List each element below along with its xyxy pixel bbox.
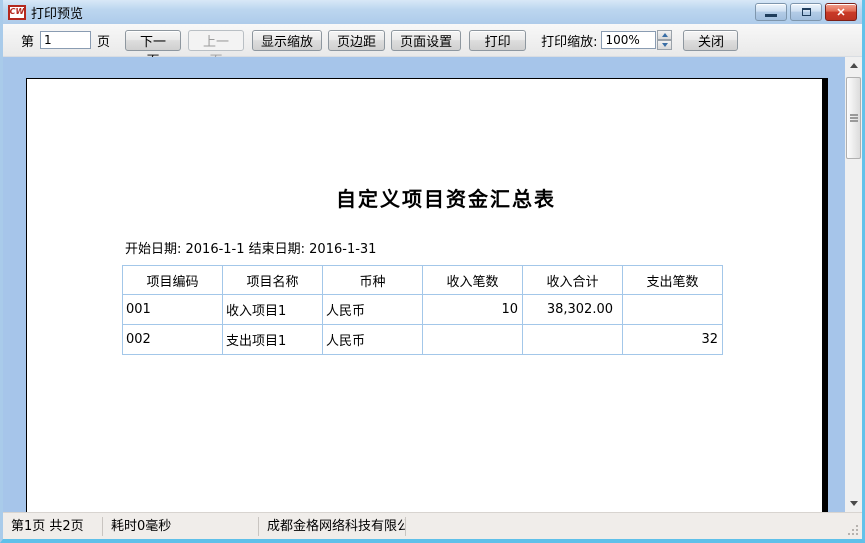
next-page-button[interactable]: 下一页 [125,30,181,51]
report-date-range: 开始日期: 2016-1-1 结束日期: 2016-1-31 [125,238,376,257]
maximize-button[interactable] [790,3,822,21]
arrow-down-icon [662,43,668,47]
close-button[interactable]: 关闭 [683,30,738,51]
cell-project-code: 001 [123,295,223,325]
preview-area: 自定义项目资金汇总表 开始日期: 2016-1-1 结束日期: 2016-1-3… [3,57,862,512]
report-title: 自定义项目资金汇总表 [122,183,770,212]
app-logo-icon: CW [8,5,26,20]
col-header: 币种 [323,266,423,295]
thumb-grip-icon [850,117,858,119]
vertical-scrollbar[interactable] [845,57,862,512]
col-header: 收入笔数 [423,266,523,295]
col-header: 收入合计 [523,266,623,295]
cell-income-count: 10 [423,295,523,325]
cell-expense-count [623,295,723,325]
col-header: 项目编码 [123,266,223,295]
scroll-down-icon [850,501,858,506]
status-page-info: 第1页 共2页 [3,517,103,536]
scroll-up-button[interactable] [845,57,862,74]
margins-button[interactable]: 页边距 [328,30,385,51]
cell-currency: 人民币 [323,295,423,325]
cell-expense-count: 32 [623,325,723,355]
spinner-up-button[interactable] [657,30,672,40]
print-zoom-input[interactable] [601,31,656,49]
page-setup-button[interactable]: 页面设置 [391,30,461,51]
resize-grip[interactable] [848,525,858,535]
scroll-up-icon [850,63,858,68]
cell-project-name: 支出项目1 [223,325,323,355]
close-window-button[interactable]: ✕ [825,3,857,21]
cell-project-name: 收入项目1 [223,295,323,325]
print-preview-window: CW 打印预览 ✕ 第 页 下一页 上一页 显示缩放 页边距 页面设置 打印 打… [0,0,865,543]
page-number-input[interactable] [40,31,91,49]
status-elapsed: 耗时0毫秒 [103,517,259,536]
print-zoom-label: 打印缩放: [541,31,597,50]
status-company: 成都金格网络科技有限公司 [259,517,406,536]
toolbar: 第 页 下一页 上一页 显示缩放 页边距 页面设置 打印 打印缩放: 关闭 [3,24,862,57]
cell-income-count [423,325,523,355]
cell-income-total [523,325,623,355]
minimize-button[interactable] [755,3,787,21]
prev-page-button[interactable]: 上一页 [188,30,244,51]
print-button[interactable]: 打印 [469,30,526,51]
close-icon: ✕ [836,6,845,19]
titlebar: CW 打印预览 ✕ [3,0,862,24]
table-header-row: 项目编码 项目名称 币种 收入笔数 收入合计 支出笔数 [123,266,723,295]
cell-project-code: 002 [123,325,223,355]
page-suffix-label: 页 [97,31,110,50]
cell-currency: 人民币 [323,325,423,355]
arrow-up-icon [662,33,668,37]
minimize-icon [765,14,777,17]
spinner-down-button[interactable] [657,40,672,50]
show-zoom-button[interactable]: 显示缩放 [252,30,322,51]
document-page: 自定义项目资金汇总表 开始日期: 2016-1-1 结束日期: 2016-1-3… [26,78,828,512]
table-row: 001 收入项目1 人民币 10 38,302.00 [123,295,723,325]
scrollbar-thumb[interactable] [846,77,861,159]
col-header: 项目名称 [223,266,323,295]
scroll-down-button[interactable] [845,495,862,512]
report-table: 项目编码 项目名称 币种 收入笔数 收入合计 支出笔数 001 收入项目1 人民… [122,265,723,355]
statusbar: 第1页 共2页 耗时0毫秒 成都金格网络科技有限公司 [3,512,862,539]
col-header: 支出笔数 [623,266,723,295]
table-row: 002 支出项目1 人民币 32 [123,325,723,355]
page-prefix-label: 第 [21,31,34,50]
window-title: 打印预览 [31,3,83,22]
status-empty [406,517,862,536]
maximize-icon [802,8,811,16]
cell-income-total: 38,302.00 [523,295,623,325]
print-zoom-spinner [657,30,672,50]
window-controls: ✕ [755,3,857,21]
